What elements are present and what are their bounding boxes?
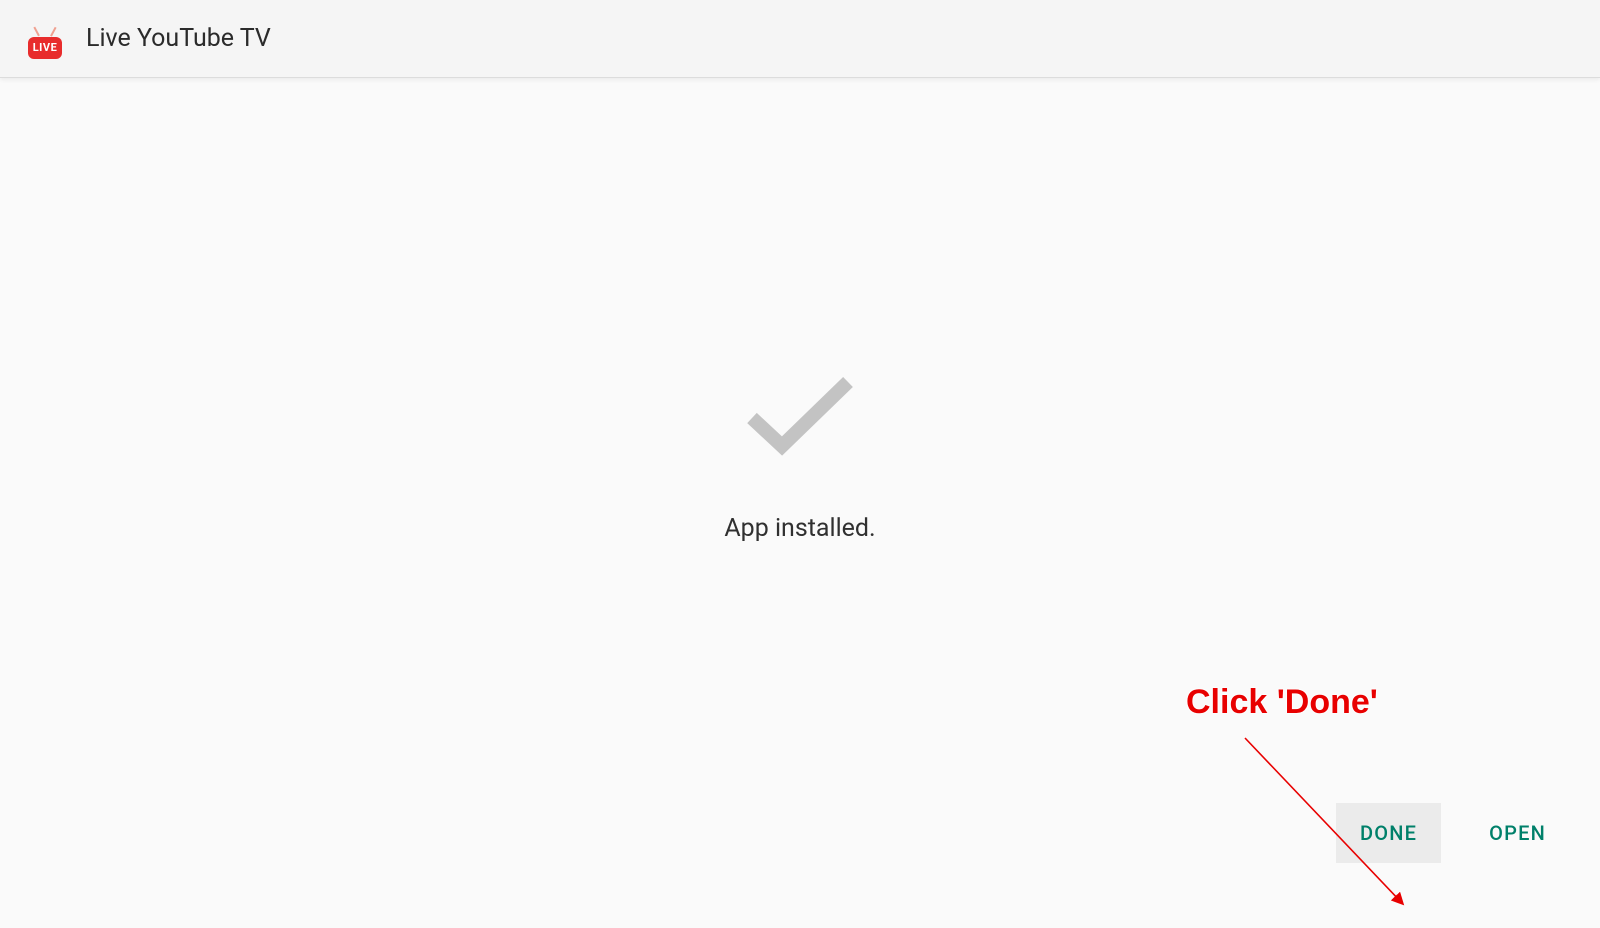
checkmark-icon bbox=[740, 368, 860, 458]
button-row: DONE OPEN bbox=[1336, 803, 1570, 863]
header: LIVE Live YouTube TV bbox=[0, 0, 1600, 78]
live-tv-icon: LIVE bbox=[28, 23, 64, 59]
page-title: Live YouTube TV bbox=[86, 24, 271, 53]
main-content: App installed. DONE OPEN bbox=[0, 78, 1600, 900]
status-text: App installed. bbox=[724, 514, 875, 543]
done-button[interactable]: DONE bbox=[1336, 803, 1441, 863]
antenna-right-icon bbox=[50, 26, 56, 36]
antenna-left-icon bbox=[33, 26, 39, 36]
open-button[interactable]: OPEN bbox=[1465, 803, 1570, 863]
live-badge-text: LIVE bbox=[33, 41, 58, 54]
live-badge-icon: LIVE bbox=[28, 37, 62, 59]
